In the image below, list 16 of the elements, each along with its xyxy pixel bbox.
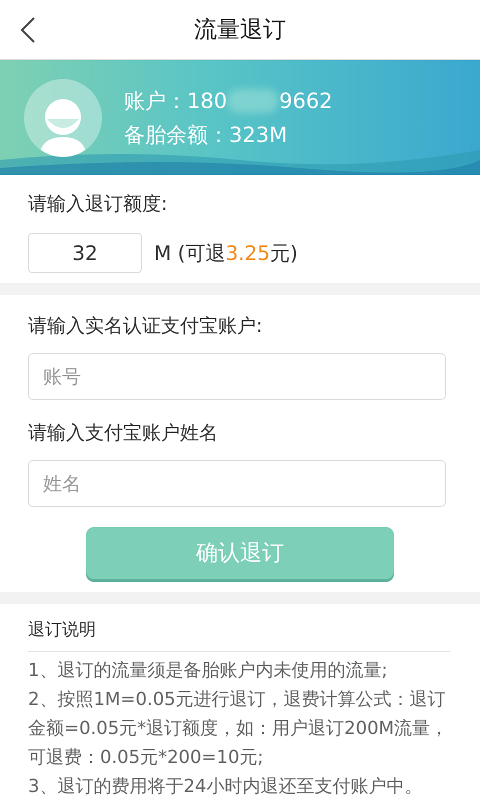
account-number-end: 9662: [279, 88, 333, 112]
page-title: 流量退订: [194, 16, 286, 45]
note-text: 2、按照1M=0.05元进行退订，退费计算公式：退订金额=0.05元*退订额度，如：用户退订200M流量，可退费：0.05元*200=10元;: [28, 688, 450, 770]
blurred-digits: [227, 88, 280, 112]
note-text: 1、退订的流量须是备胎账户内未使用的流量;: [28, 659, 389, 683]
amount-field[interactable]: 32: [28, 233, 142, 273]
note-text: 3、退订的费用将于24小时内退还至支付账户中。: [28, 775, 424, 799]
notes-title: 退订说明: [28, 618, 450, 652]
account-label: 请输入实名认证支付宝账户:: [28, 314, 264, 339]
name-label: 请输入支付宝账户姓名: [28, 421, 219, 446]
refund-text: M (可退3.25元): [154, 240, 298, 266]
account-field[interactable]: 账号: [28, 353, 446, 400]
balance-text: 备胎余额：323M: [124, 122, 288, 148]
account-number: 账户：180: [124, 88, 228, 114]
name-field[interactable]: 姓名: [28, 460, 446, 507]
amount-label: 请输入退订额度:: [28, 192, 168, 217]
